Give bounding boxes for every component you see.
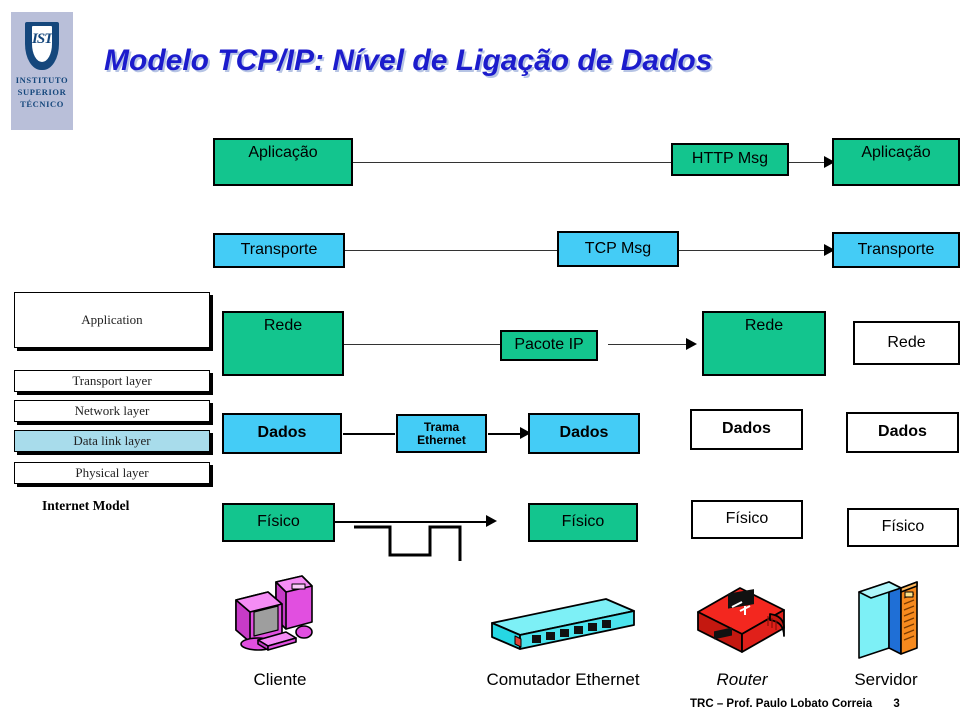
device-label-servidor: Servidor: [854, 670, 918, 689]
box-label: Rede: [744, 317, 784, 334]
ist-word-line1: INSTITUTO: [15, 75, 69, 85]
model-layer-label: Network layer: [74, 403, 150, 418]
box-dados-switch: Dados: [528, 413, 640, 454]
box-label: Físico: [881, 518, 925, 536]
box-label-line2: Ethernet: [417, 432, 466, 447]
box-label: Rede: [263, 317, 303, 334]
connector-transport-right: [678, 250, 830, 251]
box-label: Físico: [257, 513, 300, 531]
box-label: Dados: [722, 420, 771, 438]
box-label: Dados: [559, 424, 609, 442]
device-label-comutador: Comutador Ethernet: [486, 670, 640, 689]
box-trama-ethernet: Trama Ethernet: [396, 414, 487, 453]
desktop-computer-icon: [235, 575, 313, 651]
arrowhead-network: [686, 338, 697, 350]
box-label: Dados: [257, 424, 307, 442]
square-wave-signal-icon: [354, 525, 462, 561]
box-fisico-switch: Físico: [528, 503, 638, 542]
box-pacote-ip: Pacote IP: [500, 330, 598, 361]
box-label: Aplicação: [248, 144, 318, 161]
ist-shield-inner: IST: [32, 26, 53, 62]
model-layer-network: Network layer: [14, 400, 210, 422]
box-fisico-client: Físico: [222, 503, 335, 542]
box-transporte-client: Transporte: [213, 233, 345, 268]
box-rede-client: Rede: [222, 311, 344, 376]
ist-monogram: IST: [32, 31, 53, 47]
box-label: Transporte: [240, 241, 318, 259]
connector-datalink-right: [488, 433, 524, 435]
box-dados-server: Dados: [846, 412, 959, 453]
connector-network-right: [608, 344, 690, 345]
box-label: Físico: [561, 513, 605, 531]
box-aplicacao-client: Aplicação: [213, 138, 353, 186]
box-label: Transporte: [857, 240, 935, 258]
box-dados-router: Dados: [690, 409, 803, 450]
device-label-cliente: Cliente: [253, 670, 307, 689]
model-layer-application: Application: [14, 292, 210, 348]
ist-shield-icon: IST: [25, 22, 59, 70]
ist-wordmark: INSTITUTO SUPERIOR TÉCNICO: [11, 74, 73, 110]
connector-datalink-left: [343, 433, 395, 435]
box-transporte-server: Transporte: [832, 232, 960, 268]
box-dados-client: Dados: [222, 413, 342, 454]
box-tcp-msg: TCP Msg: [557, 231, 679, 267]
box-label: HTTP Msg: [691, 150, 769, 168]
arrowhead-physical: [486, 515, 497, 527]
box-label-line1: Trama: [423, 419, 460, 434]
model-layer-label: Application: [81, 312, 143, 327]
router-icon: [697, 587, 785, 653]
connector-application-left: [350, 162, 672, 163]
connector-transport-left: [345, 250, 557, 251]
model-layer-transport: Transport layer: [14, 370, 210, 392]
footer-text: TRC – Prof. Paulo Lobato Correia: [690, 698, 873, 710]
ethernet-switch-icon: [491, 598, 635, 650]
slide-footer: TRC – Prof. Paulo Lobato Correia 3: [690, 698, 900, 710]
box-label: Pacote IP: [514, 336, 584, 354]
box-fisico-router: Físico: [691, 500, 803, 539]
server-tower-icon: [858, 581, 918, 659]
slide-canvas: IST INSTITUTO SUPERIOR TÉCNICO Modelo TC…: [0, 0, 960, 715]
model-layer-label: Physical layer: [75, 465, 149, 480]
box-aplicacao-server: Aplicação: [832, 138, 960, 186]
box-rede-router: Rede: [702, 311, 826, 376]
model-layer-label: Transport layer: [72, 373, 152, 388]
device-label-router: Router: [716, 670, 768, 689]
page-number: 3: [893, 698, 900, 710]
box-label: Rede: [887, 333, 926, 351]
ist-logo: IST INSTITUTO SUPERIOR TÉCNICO: [11, 12, 73, 130]
box-label: Físico: [725, 510, 769, 528]
internet-model-label: Internet Model: [42, 498, 130, 513]
box-label: TCP Msg: [584, 239, 652, 257]
box-label: Aplicação: [861, 144, 931, 161]
connector-network-left: [343, 344, 501, 345]
box-label: Dados: [878, 423, 927, 441]
model-layer-label: Data link layer: [73, 433, 151, 448]
box-rede-server: Rede: [853, 321, 960, 365]
page-title: Modelo TCP/IP: Nível de Ligação de Dados: [104, 44, 713, 77]
ist-word-line3: TÉCNICO: [20, 99, 64, 109]
box-fisico-server: Físico: [847, 508, 959, 547]
model-layer-physical: Physical layer: [14, 462, 210, 484]
model-layer-datalink: Data link layer: [14, 430, 210, 452]
ist-word-line2: SUPERIOR: [17, 87, 67, 97]
box-http-msg: HTTP Msg: [671, 143, 789, 176]
